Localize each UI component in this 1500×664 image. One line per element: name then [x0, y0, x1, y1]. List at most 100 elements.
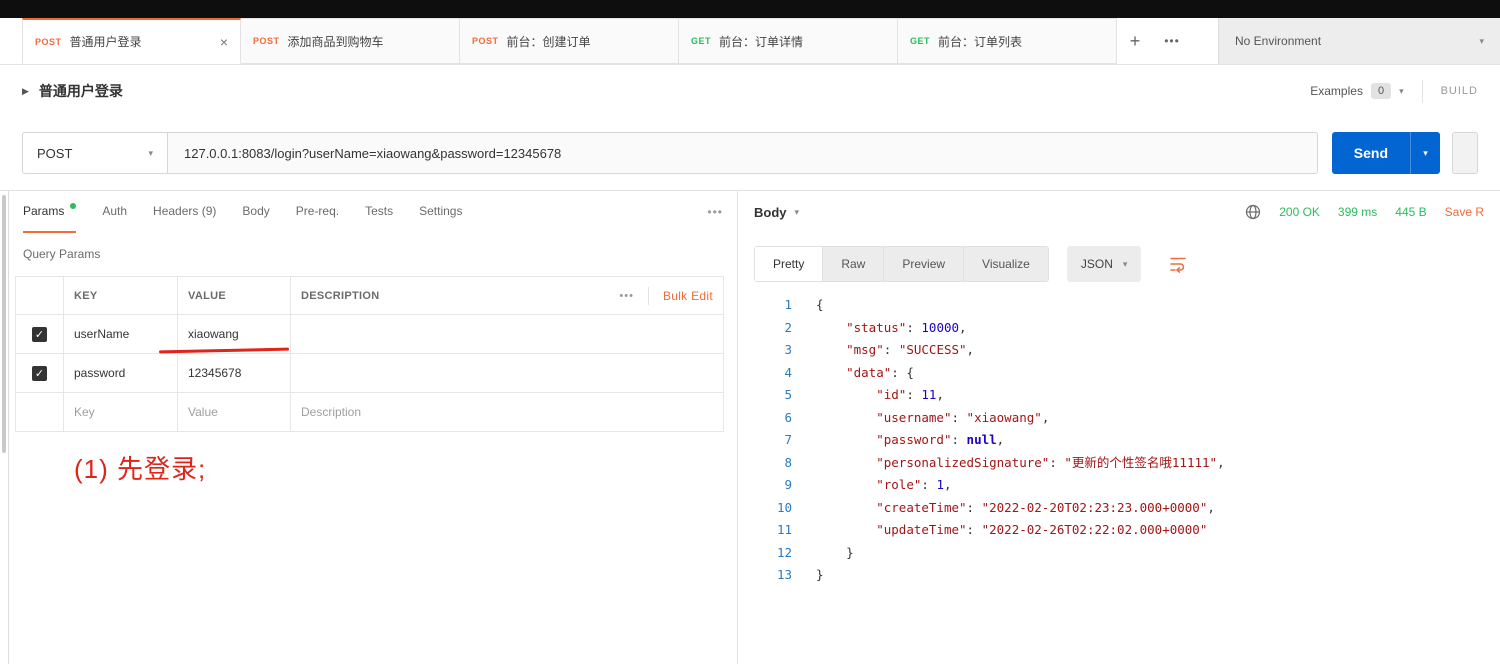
checkbox-checked[interactable]: ✓ [32, 326, 47, 342]
tab-pre-req[interactable]: Pre-req. [296, 191, 339, 233]
param-description-cell[interactable] [290, 315, 723, 353]
code-line: 6 "username": "xiaowang", [738, 407, 1500, 430]
code-token: : [906, 319, 922, 335]
divider [1421, 80, 1423, 102]
globe-icon[interactable] [1245, 204, 1261, 220]
request-tab[interactable]: POST 普通用户登录 × [22, 18, 241, 64]
tab-settings[interactable]: Settings [419, 191, 462, 233]
request-tab[interactable]: POST 前台：创建订单 [460, 18, 679, 64]
close-icon[interactable]: × [220, 34, 228, 50]
param-key-cell[interactable]: Key [63, 393, 177, 431]
code-token: : [921, 477, 937, 492]
tab-title: 前台：订单列表 [938, 34, 1023, 49]
tab-label: Tests [365, 204, 394, 218]
code-text: "status": 10000, [816, 317, 966, 340]
request-bar: POST ▾ Send ▾ [0, 117, 1500, 190]
view-tab-visualize[interactable]: Visualize [964, 247, 1048, 281]
code-text: "data": { [816, 362, 914, 385]
bulk-edit-link[interactable]: Bulk Edit [663, 289, 713, 303]
code-token: , [943, 477, 952, 492]
param-description-cell[interactable] [290, 354, 723, 392]
chevron-down-icon[interactable]: ▾ [1399, 86, 1404, 96]
code-token: 11 [921, 387, 937, 402]
more-options-icon[interactable]: ••• [707, 205, 723, 219]
request-tabs: Params Auth Headers (9) Body Pre-req. Tests Se… [9, 191, 737, 233]
code-text: "id": 11, [816, 384, 944, 407]
format-select[interactable]: JSON ▾ [1066, 246, 1142, 282]
code-token: "status" [846, 319, 907, 335]
format-label: JSON [1080, 257, 1113, 271]
send-label[interactable]: Send [1331, 132, 1410, 174]
request-meta-row: ▶ 普通用户登录 Examples 0 ▾ BUILD [0, 65, 1500, 117]
new-tab-button[interactable]: + [1117, 18, 1153, 64]
param-key-cell[interactable]: password [63, 354, 177, 392]
response-body-tab[interactable]: Body [754, 205, 787, 220]
tab-params[interactable]: Params [23, 191, 77, 233]
tab-body[interactable]: Body [242, 191, 269, 233]
code-line: 8 "personalizedSignature": "更新的个性签名哦1111… [738, 452, 1500, 475]
request-tab[interactable]: POST 添加商品到购物车 [241, 18, 460, 64]
examples-dropdown[interactable]: Examples [1310, 84, 1363, 98]
line-number: 2 [784, 319, 792, 335]
code-token: , [936, 387, 944, 402]
tab-auth[interactable]: Auth [102, 191, 127, 233]
code-text: } [816, 564, 824, 587]
tab-method-label: GET [910, 36, 931, 46]
response-view-tabs: Pretty Raw Preview Visualize [754, 246, 1049, 282]
code-line: 4 "data": { [738, 362, 1500, 385]
response-size: 445 B [1395, 205, 1427, 219]
tab-headers-9[interactable]: Headers (9) [153, 191, 216, 233]
wrap-text-button[interactable] [1163, 249, 1193, 279]
method-select[interactable]: POST ▾ [22, 132, 167, 174]
line-number: 4 [784, 364, 792, 380]
line-number: 3 [784, 342, 792, 357]
divider [647, 286, 649, 305]
param-description-cell[interactable]: Description [290, 393, 723, 431]
tab-label: Params [23, 204, 65, 218]
meta-actions: Examples 0 ▾ BUILD [1310, 80, 1478, 102]
environment-selector[interactable]: No Environment ▾ [1218, 18, 1500, 64]
code-line: 10 "createTime": "2022-02-20T02:23:23.00… [738, 497, 1500, 520]
line-number: 1 [784, 297, 792, 312]
view-tab-raw[interactable]: Raw [823, 247, 885, 281]
send-button[interactable]: Send ▾ [1331, 132, 1440, 174]
tab-method-label: GET [691, 36, 712, 46]
save-response-button[interactable]: Save R [1445, 205, 1484, 219]
send-options-button[interactable]: ▾ [1410, 132, 1440, 174]
select-all-cell[interactable] [16, 277, 63, 314]
param-value-cell[interactable]: 12345678 [177, 354, 290, 392]
code-text: "role": 1, [816, 474, 952, 497]
save-request-button-partial[interactable] [1452, 132, 1478, 174]
chevron-down-icon: ▾ [1479, 35, 1484, 46]
examples-count-badge: 0 [1370, 83, 1392, 99]
environment-label: No Environment [1235, 34, 1322, 48]
request-tab[interactable]: GET 前台：订单详情 [679, 18, 898, 64]
url-input[interactable] [167, 132, 1318, 174]
line-number: 9 [784, 477, 792, 492]
view-tab-pretty[interactable]: Pretty [755, 247, 824, 281]
code-token: "SUCCESS" [898, 342, 967, 357]
code-token: "2022-02-26T02:22:02.000+0000" [981, 522, 1208, 537]
tab-options-button[interactable]: ••• [1153, 18, 1191, 64]
caret-right-icon[interactable]: ▶ [22, 86, 29, 97]
view-tab-preview[interactable]: Preview [884, 247, 965, 281]
scrollbar-thumb[interactable] [2, 195, 6, 453]
tab-tests[interactable]: Tests [365, 191, 393, 233]
response-time: 399 ms [1337, 205, 1378, 219]
tab-title: 普通用户登录 [69, 35, 142, 49]
param-value-cell[interactable]: Value [177, 393, 290, 431]
method-label: POST [37, 145, 73, 161]
code-text: } [816, 542, 854, 565]
more-options-icon[interactable]: ••• [619, 290, 634, 302]
line-number: 5 [784, 387, 792, 402]
code-token: : { [891, 364, 914, 380]
request-tab[interactable]: GET 前台：订单列表 [898, 18, 1117, 64]
code-text: "personalizedSignature": "更新的个性签名哦11111"… [816, 452, 1224, 475]
param-key-cell[interactable]: userName [63, 315, 177, 353]
checkbox-checked[interactable]: ✓ [32, 365, 47, 381]
tab-label: Body [242, 204, 270, 218]
